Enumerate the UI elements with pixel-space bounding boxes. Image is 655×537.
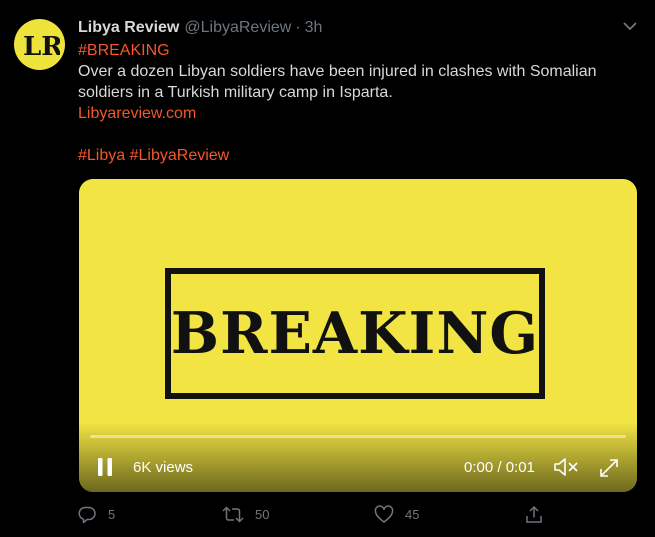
tweet-text-line: soldiers in a Turkish military camp in I… bbox=[78, 84, 393, 101]
retweet-button[interactable]: 50 bbox=[222, 505, 269, 524]
expand-icon bbox=[600, 459, 618, 477]
video-player[interactable]: BREAKING 6K views 0:00 / 0:01 bbox=[79, 179, 637, 492]
more-options-button[interactable] bbox=[620, 16, 640, 36]
hashtag-libya[interactable]: #Libya bbox=[78, 147, 125, 164]
like-count: 45 bbox=[405, 507, 420, 522]
like-icon bbox=[374, 505, 394, 523]
mute-icon bbox=[554, 458, 578, 476]
reply-count: 5 bbox=[108, 507, 116, 522]
tweet[interactable]: LR Libya Review @LibyaReview · 3h #BREAK… bbox=[0, 0, 655, 537]
hashtag-breaking[interactable]: #BREAKING bbox=[78, 42, 170, 59]
retweet-count: 50 bbox=[255, 507, 270, 522]
pause-icon bbox=[98, 458, 112, 476]
timestamp[interactable]: 3h bbox=[305, 19, 323, 37]
tweet-header: Libya Review @LibyaReview · 3h bbox=[78, 17, 322, 39]
hashtag-libyareview[interactable]: #LibyaReview bbox=[130, 147, 230, 164]
avatar[interactable]: LR bbox=[14, 19, 65, 70]
tweet-text-line: Over a dozen Libyan soldiers have been i… bbox=[78, 63, 597, 80]
retweet-icon bbox=[222, 506, 244, 523]
breaking-banner: BREAKING bbox=[165, 268, 545, 399]
video-progress-bar[interactable] bbox=[90, 435, 626, 438]
reply-button[interactable]: 5 bbox=[78, 505, 115, 524]
fullscreen-button[interactable] bbox=[598, 457, 620, 479]
view-count: 6K views bbox=[133, 459, 194, 476]
reply-icon bbox=[78, 506, 96, 524]
share-icon bbox=[526, 505, 542, 523]
like-button[interactable]: 45 bbox=[374, 505, 419, 524]
video-timecode: 0:00 / 0:01 bbox=[464, 459, 535, 476]
tweet-actions: 5 50 45 bbox=[78, 505, 548, 527]
separator-dot: · bbox=[295, 19, 301, 36]
tweet-link[interactable]: Libyareview.com bbox=[78, 105, 196, 122]
pause-button[interactable] bbox=[97, 457, 113, 477]
user-handle[interactable]: @LibyaReview bbox=[184, 19, 291, 37]
mute-button[interactable] bbox=[553, 456, 579, 478]
display-name[interactable]: Libya Review bbox=[78, 19, 179, 37]
caret-down-icon bbox=[623, 21, 637, 30]
svg-text:LR: LR bbox=[23, 32, 60, 62]
tweet-text: #BREAKING Over a dozen Libyan soldiers h… bbox=[78, 40, 638, 166]
share-button[interactable] bbox=[525, 505, 554, 524]
banner-text: BREAKING bbox=[170, 300, 540, 367]
libya-review-logo: LR bbox=[23, 32, 60, 62]
